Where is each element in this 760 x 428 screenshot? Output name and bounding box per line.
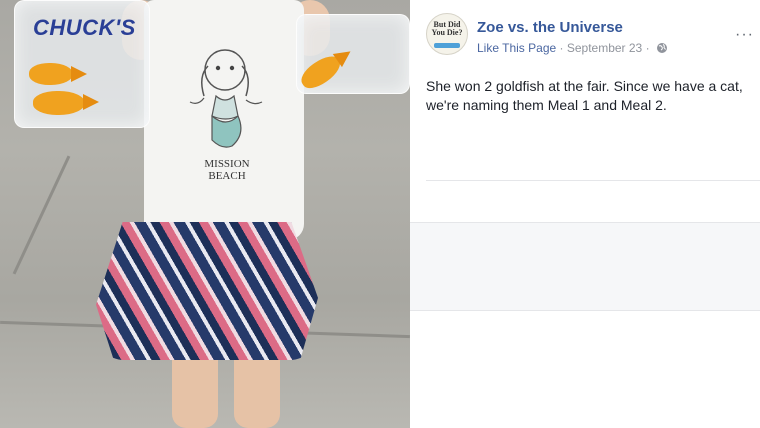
goldfish xyxy=(29,63,87,85)
post-photo[interactable]: MISSION BEACH CHUCK'S xyxy=(0,0,410,428)
post-date[interactable]: September 23 xyxy=(567,41,642,55)
bag-label: CHUCK'S xyxy=(33,15,136,40)
divider xyxy=(410,310,760,311)
like-page-link[interactable]: Like This Page xyxy=(477,41,556,55)
goldfish-bag-right xyxy=(296,14,410,94)
avatar-text: But Did You Die? xyxy=(431,20,463,37)
sidewalk-crack xyxy=(12,155,71,275)
patterned-skirt xyxy=(96,222,318,360)
more-options-icon[interactable]: ··· xyxy=(735,26,754,44)
divider xyxy=(410,222,760,223)
divider xyxy=(426,180,760,181)
goldfish xyxy=(296,50,346,94)
goldfish-bag-left: CHUCK'S xyxy=(14,0,150,128)
reactions-area xyxy=(410,222,760,310)
page-name-link[interactable]: Zoe vs. the Universe xyxy=(477,19,623,36)
avatar-decoration xyxy=(434,43,460,48)
goldfish xyxy=(33,91,99,115)
globe-icon xyxy=(656,43,667,53)
meta-separator: · xyxy=(556,41,567,55)
meta-separator: · xyxy=(642,41,653,55)
post-panel: But Did You Die? Zoe vs. the Universe Li… xyxy=(410,0,760,428)
page-avatar[interactable]: But Did You Die? xyxy=(426,13,468,55)
mermaid-graphic xyxy=(189,49,263,148)
post-meta: Like This Page · September 23 · xyxy=(477,41,668,55)
post-text: She won 2 goldfish at the fair. Since we… xyxy=(426,78,743,113)
shirt-print-text: MISSION BEACH xyxy=(204,158,250,182)
